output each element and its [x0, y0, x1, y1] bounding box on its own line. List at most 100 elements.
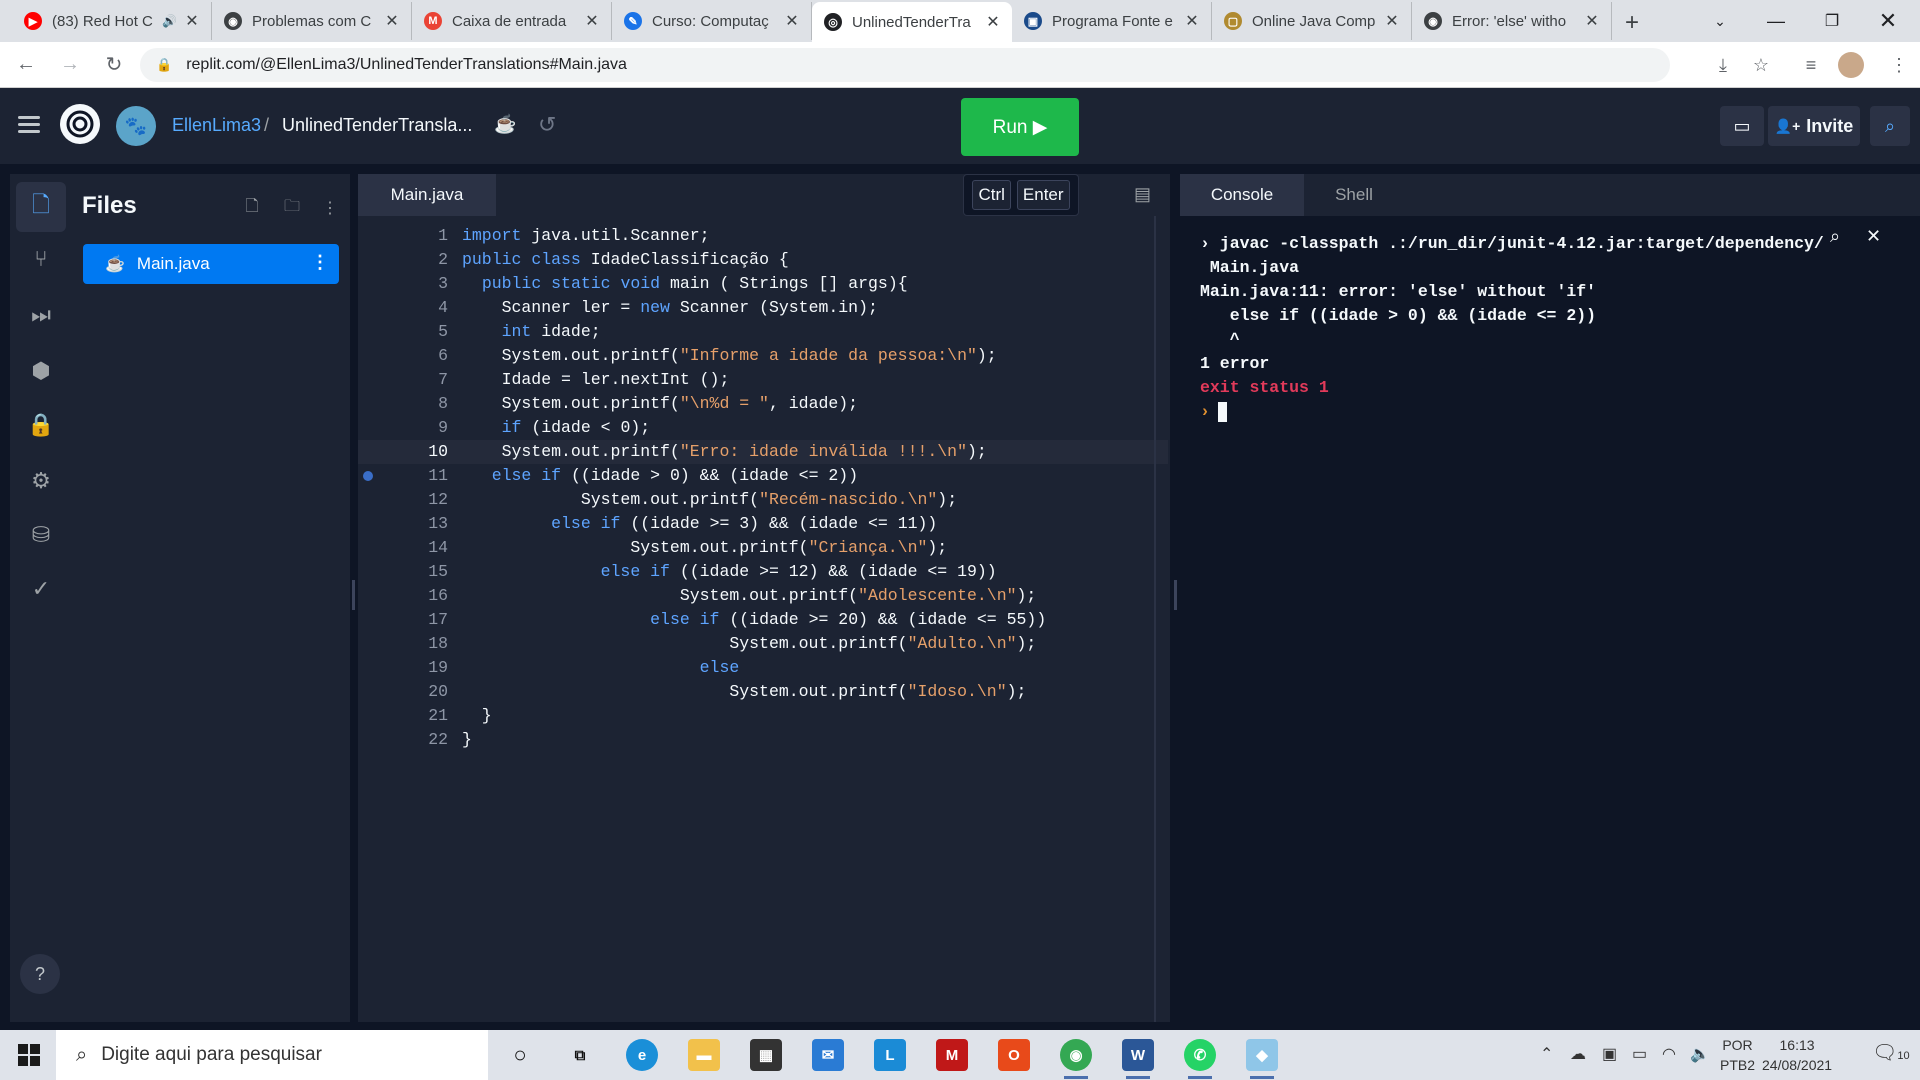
bookmark-star-icon[interactable]: ☆ — [1746, 50, 1776, 80]
word-icon[interactable]: W — [1122, 1039, 1154, 1079]
code-line[interactable]: 22} — [358, 728, 1168, 752]
app-icon[interactable]: ◆ — [1246, 1039, 1278, 1079]
tab-close-icon[interactable]: ✕ — [1583, 11, 1601, 31]
tab-close-icon[interactable]: ✕ — [183, 11, 201, 31]
office-icon[interactable]: O — [998, 1039, 1030, 1071]
new-folder-icon[interactable]: 🗀 — [280, 196, 304, 220]
code-line[interactable]: 12 System.out.printf("Recém-nascido.\n")… — [358, 488, 1168, 512]
chat-icon[interactable]: ▭ — [1720, 106, 1764, 146]
editor-scrollbar[interactable] — [1154, 216, 1156, 1022]
forward-icon[interactable]: → — [52, 47, 88, 83]
file-item-main-java[interactable]: ☕ Main.java ⋮ — [83, 244, 339, 284]
code-line[interactable]: 18 System.out.printf("Adulto.\n"); — [358, 632, 1168, 656]
url-input[interactable]: 🔒 replit.com/@EllenLima3/UnlinedTenderTr… — [140, 48, 1670, 82]
code-line[interactable]: 19 else — [358, 656, 1168, 680]
battery-icon[interactable]: ▭ — [1632, 1044, 1647, 1064]
tab-close-icon[interactable]: ✕ — [383, 11, 401, 31]
new-tab-button[interactable]: + — [1612, 4, 1652, 42]
show-hidden-icons-icon[interactable]: ⌃ — [1540, 1044, 1553, 1064]
hamburger-menu-icon[interactable] — [18, 116, 40, 134]
clear-console-icon[interactable]: ✕ — [1866, 226, 1881, 247]
chrome-icon[interactable]: ◉ — [1060, 1039, 1092, 1079]
device-icon[interactable]: ▣ — [1602, 1044, 1617, 1064]
new-file-icon[interactable]: 🗋 — [240, 196, 264, 220]
replit-logo[interactable] — [60, 104, 100, 144]
help-icon[interactable]: ? — [20, 954, 60, 994]
tab-close-icon[interactable]: ✕ — [1183, 11, 1201, 31]
packages-icon[interactable]: ⬢ — [10, 346, 72, 396]
l-app-icon[interactable]: L — [874, 1039, 906, 1071]
code-line[interactable]: 20 System.out.printf("Idoso.\n"); — [358, 680, 1168, 704]
tab-console[interactable]: Console — [1180, 174, 1304, 216]
secrets-lock-icon[interactable]: 🔒 — [10, 400, 72, 450]
file-menu-icon[interactable]: ⋮ — [311, 252, 329, 273]
code-line[interactable]: 2 public class IdadeClassificação { — [358, 248, 1168, 272]
code-line[interactable]: 1 import java.util.Scanner; — [358, 224, 1168, 248]
code-line[interactable]: 7 Idade = ler.nextInt (); — [358, 368, 1168, 392]
windows-start-icon[interactable] — [18, 1044, 40, 1066]
install-app-icon[interactable]: ⤓ — [1708, 50, 1738, 80]
code-line[interactable]: 8 System.out.printf("\n%d = ", idade); — [358, 392, 1168, 416]
history-icon[interactable]: ↺ — [538, 112, 556, 138]
search-icon[interactable]: ⌕ — [1870, 106, 1910, 146]
browser-tab[interactable]: ✎ Curso: Computaç ✕ — [612, 2, 812, 40]
minimize-icon[interactable]: — — [1748, 0, 1804, 42]
breakpoint-dot-icon[interactable] — [363, 471, 373, 481]
back-icon[interactable]: ← — [8, 47, 44, 83]
code-line[interactable]: 3 public static void main ( Strings [] a… — [358, 272, 1168, 296]
cortana-icon[interactable]: ○ — [504, 1039, 536, 1071]
code-line[interactable]: 9 if (idade < 0); — [358, 416, 1168, 440]
unit-tests-check-icon[interactable]: ✓ — [10, 564, 72, 614]
code-line[interactable]: 5 int idade; — [358, 320, 1168, 344]
browser-tab[interactable]: ◉ Problemas com C ✕ — [212, 2, 412, 40]
browser-tab[interactable]: ▶ (83) Red Hot C 🔊 ✕ — [12, 2, 212, 40]
console-prompt[interactable]: › — [1200, 400, 1227, 424]
restore-icon[interactable]: ❐ — [1804, 0, 1860, 42]
console-search-icon[interactable]: ⌕ — [1830, 226, 1840, 247]
code-line[interactable]: 14 System.out.printf("Criança.\n"); — [358, 536, 1168, 560]
tab-search-icon[interactable]: ⌄ — [1692, 0, 1748, 42]
code-line[interactable]: 16 System.out.printf("Adolescente.\n"); — [358, 584, 1168, 608]
task-view-icon[interactable]: ⧉ — [564, 1039, 596, 1071]
store-icon[interactable]: ▦ — [750, 1039, 782, 1071]
code-line[interactable]: 10 System.out.printf("Erro: idade inváli… — [358, 440, 1168, 464]
tab-main-java[interactable]: Main.java — [358, 174, 496, 216]
notifications-icon[interactable]: 🗨10 — [1872, 1040, 1910, 1065]
close-window-icon[interactable]: ✕ — [1860, 0, 1916, 42]
repl-name[interactable]: UnlinedTenderTransla... — [282, 115, 472, 136]
user-avatar[interactable]: 🐾 — [116, 106, 156, 146]
wifi-icon[interactable]: ◠ — [1662, 1044, 1676, 1064]
tab-close-icon[interactable]: ✕ — [583, 11, 601, 31]
browser-tab[interactable]: ▣ Programa Fonte e ✕ — [1012, 2, 1212, 40]
browser-menu-icon[interactable]: ⋮ — [1884, 50, 1914, 80]
taskbar-search-input[interactable]: ⌕ Digite aqui para pesquisar — [56, 1030, 488, 1080]
files-menu-icon[interactable]: ⋮ — [318, 196, 342, 220]
code-line[interactable]: 21 } — [358, 704, 1168, 728]
volume-icon[interactable]: 🔈 — [1690, 1044, 1710, 1064]
reload-icon[interactable]: ↻ — [96, 47, 132, 83]
mcafee-icon[interactable]: M — [936, 1039, 968, 1071]
edge-icon[interactable]: e — [626, 1039, 658, 1071]
code-line[interactable]: 11 else if ((idade > 0) && (idade <= 2)) — [358, 464, 1168, 488]
file-explorer-icon[interactable]: ▬ — [688, 1039, 720, 1071]
format-code-icon[interactable]: ▤ — [1134, 184, 1158, 206]
code-line[interactable]: 6 System.out.printf("Informe a idade da … — [358, 344, 1168, 368]
onedrive-icon[interactable]: ☁ — [1570, 1044, 1586, 1064]
browser-tab[interactable]: ◎ UnlinedTenderTra ✕ — [812, 2, 1012, 42]
code-editor[interactable]: 1 import java.util.Scanner; 2 public class … — [358, 216, 1170, 1022]
media-control-icon[interactable]: ≡ — [1796, 50, 1826, 80]
version-control-icon[interactable]: ⑂ — [10, 234, 72, 284]
browser-tab[interactable]: M Caixa de entrada ✕ — [412, 2, 612, 40]
settings-gear-icon[interactable]: ⚙ — [10, 456, 72, 506]
resize-handle-right[interactable] — [1174, 580, 1177, 610]
run-button[interactable]: Run ▶ — [961, 98, 1079, 156]
tab-close-icon[interactable]: ✕ — [984, 12, 1002, 32]
tab-audio-icon[interactable]: 🔊 — [162, 14, 177, 28]
debugger-icon[interactable]: ⏭ — [10, 290, 72, 340]
browser-tab[interactable]: ▢ Online Java Comp ✕ — [1212, 2, 1412, 40]
tab-close-icon[interactable]: ✕ — [1383, 11, 1401, 31]
mail-icon[interactable]: ✉ — [812, 1039, 844, 1071]
keyboard-language[interactable]: POR PTB2 — [1720, 1035, 1755, 1075]
tab-shell[interactable]: Shell — [1304, 174, 1404, 216]
username-link[interactable]: EllenLima3 — [172, 115, 261, 136]
